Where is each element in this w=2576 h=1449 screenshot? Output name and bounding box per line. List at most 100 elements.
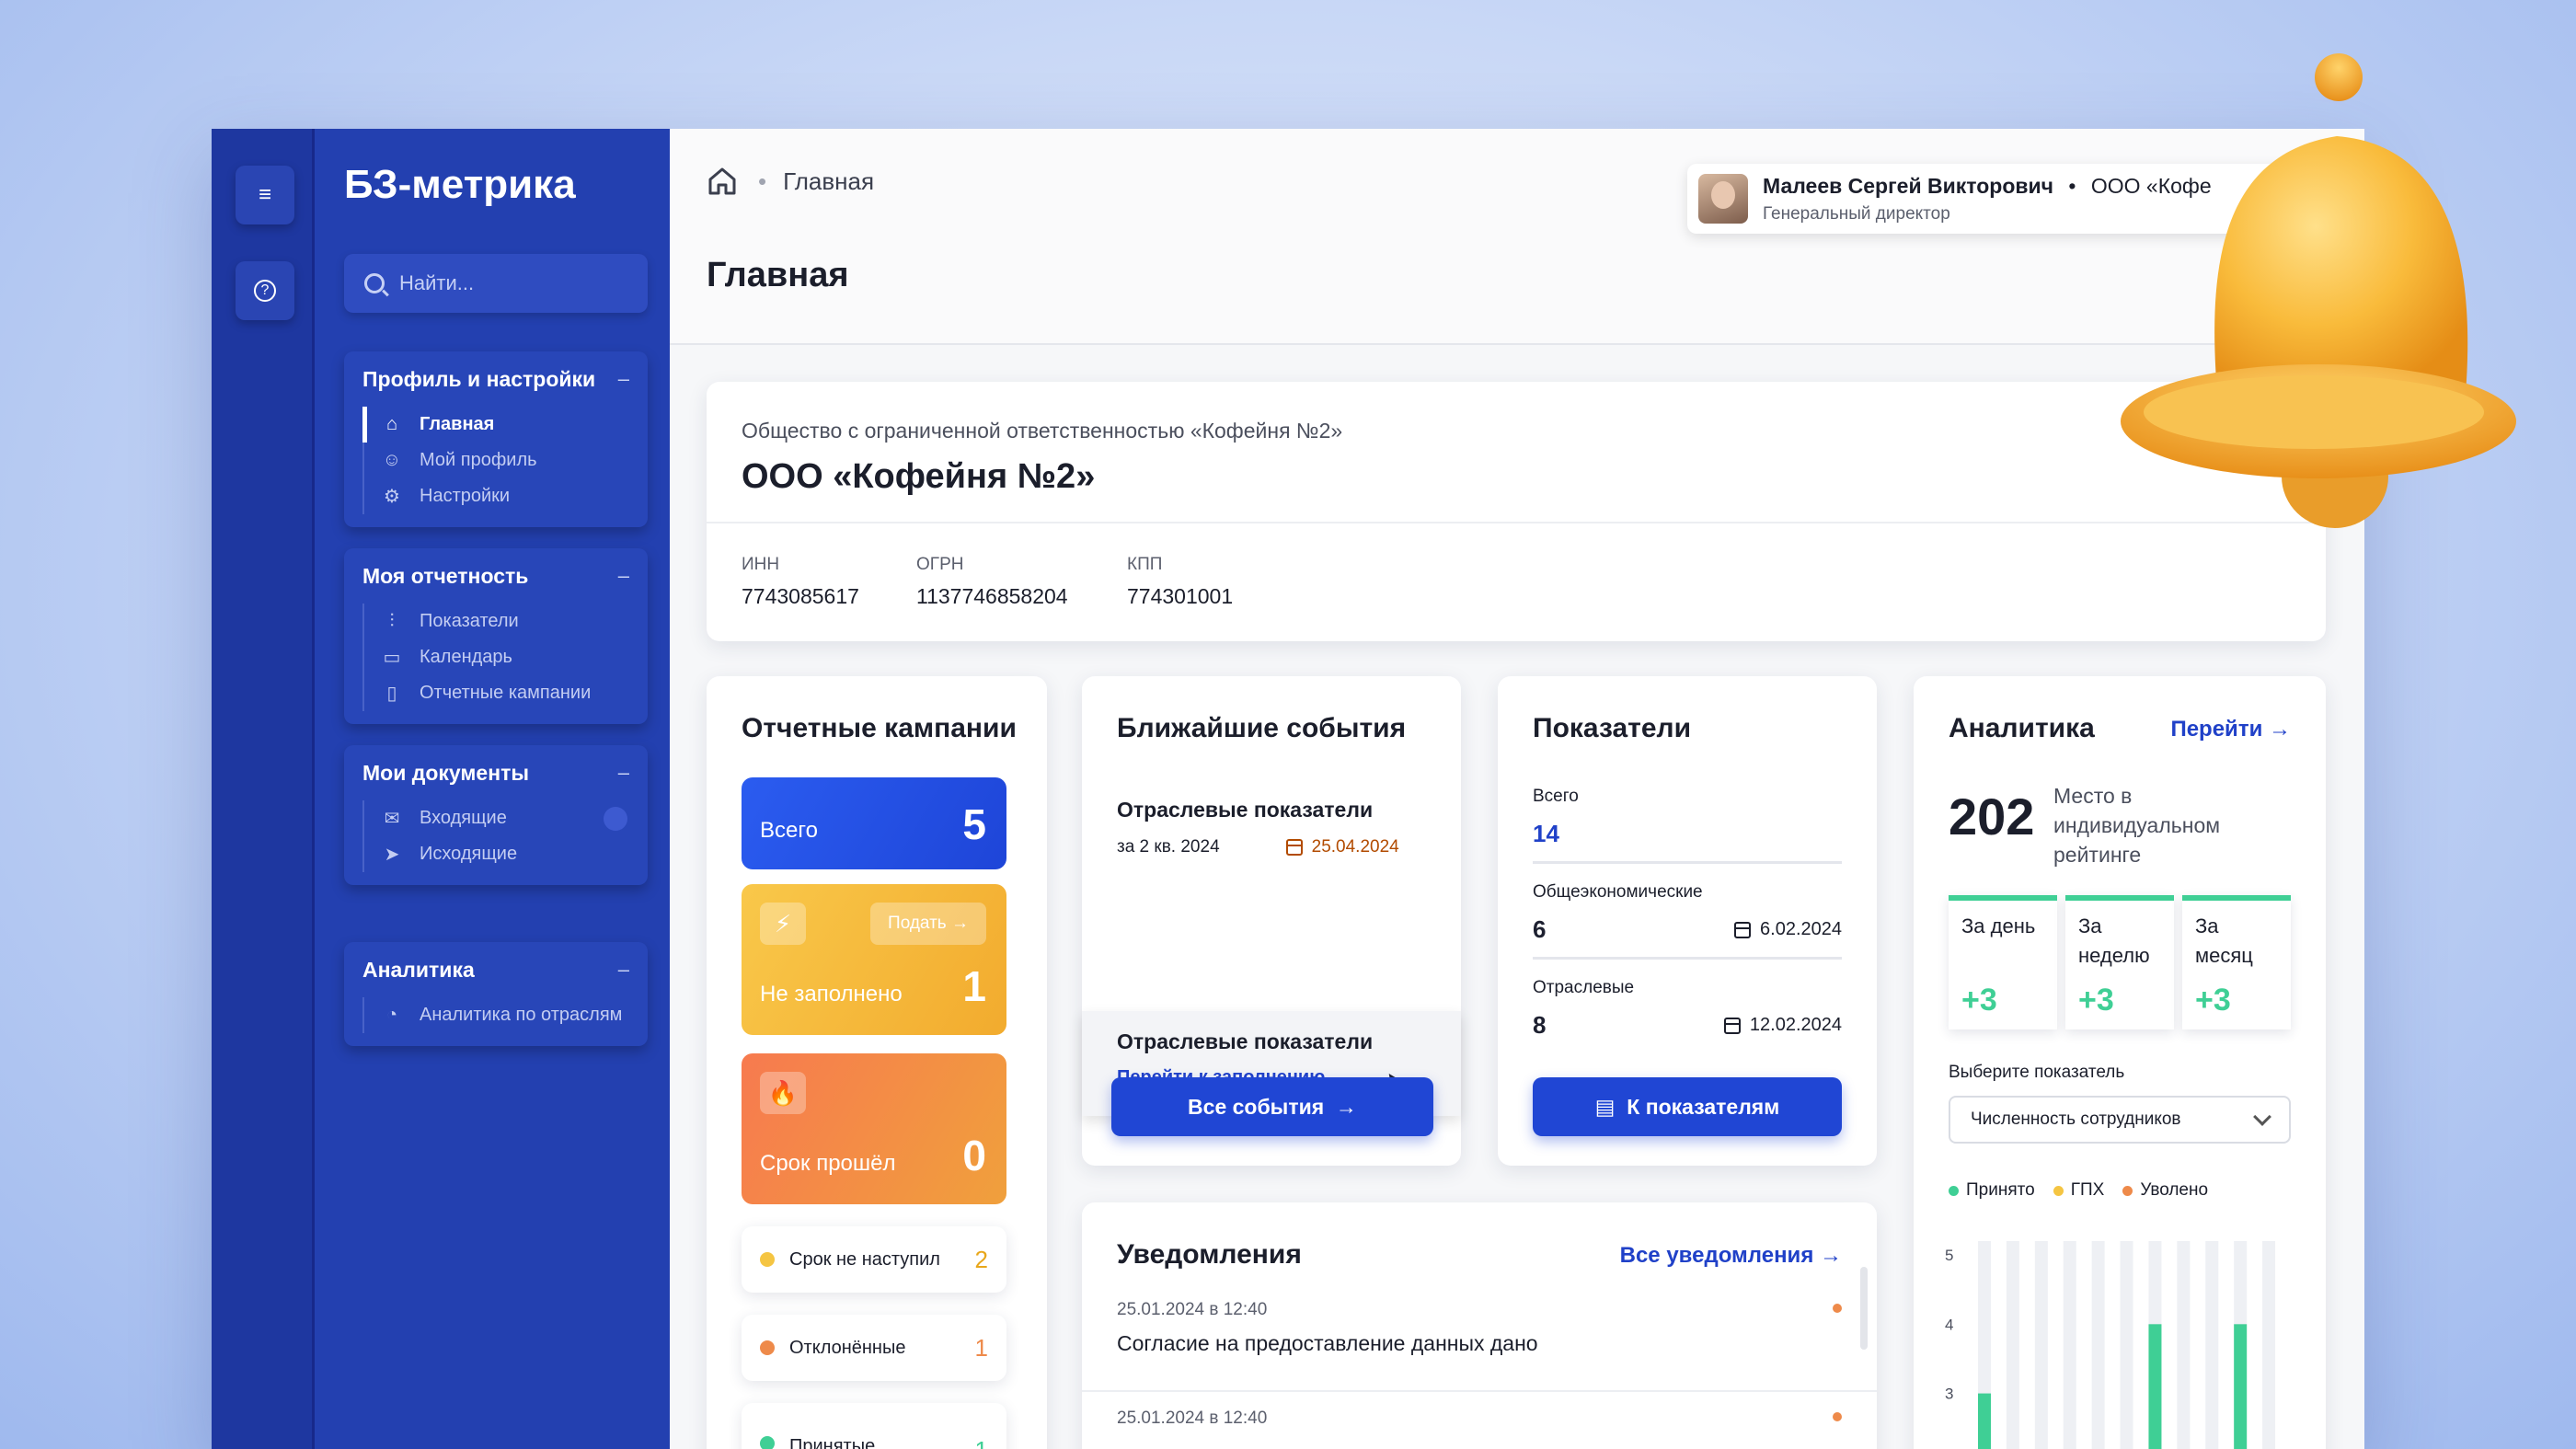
analytics-go-link[interactable]: Перейти → [2170,717,2291,742]
status-dot [760,1340,775,1355]
period-month[interactable]: За месяц +3 [2182,895,2291,1029]
bar-track [2120,1241,2133,1449]
bar-hired[interactable] [2234,1324,2248,1449]
status-dot [760,1436,775,1449]
search-icon [364,273,385,293]
top-bar: • Главная Главная Малеев Сергей Викторов… [670,129,2364,345]
sidebar-item-home[interactable]: ⌂ Главная [362,407,648,443]
collapse-group-icon[interactable]: – [618,564,629,588]
rank-caption: Место в индивидуальном рейтинге [2053,784,2221,868]
sidebar-group-documents: Мои документы – ✉ Входящие ➤ Исходящие [344,745,648,885]
analytics-title: Аналитика [1949,713,2095,743]
scrollbar[interactable] [1860,1267,1868,1350]
help-button[interactable]: ? [236,261,294,320]
chevron-down-icon [2253,1108,2271,1126]
indicator-economic[interactable]: Общеэкономические 6 6.02.2024 [1533,882,1842,960]
campaigns-card: Отчетные кампании Всего 5 ⚡ Подать → Не … [707,676,1047,1449]
all-events-button[interactable]: Все события → [1111,1077,1433,1136]
campaign-total-count: 5 [962,800,986,848]
collapse-group-icon[interactable]: – [618,958,629,982]
bar-track [2177,1241,2191,1449]
kpp-value: 774301001 [1127,584,1234,608]
sidebar-item-inbox[interactable]: ✉ Входящие [362,800,648,836]
bar-hired[interactable] [2148,1324,2162,1449]
group-header[interactable]: Моя отчетность – [344,548,648,604]
indicators-card: Показатели Всего 14 Общеэкономические 66… [1498,676,1877,1166]
pie-icon: ◔ [385,1005,398,1025]
sidebar-item-profile[interactable]: ☺ Мой профиль [362,443,648,478]
status-dot [760,1252,775,1267]
user-name: Малеев Сергей Викторович [1763,173,2054,198]
indicator-branch[interactable]: Отраслевые 8 12.02.2024 [1533,978,1842,1040]
search-input[interactable]: Найти... [344,254,648,313]
calendar-icon [1285,839,1303,856]
campaign-total-tile[interactable]: Всего 5 [742,777,1006,869]
collapse-group-icon[interactable]: – [618,367,629,391]
notification-item[interactable]: 25.01.2024 в 12:40 Согласие на предостав… [1117,1300,1842,1356]
rank-value: 202 [1949,788,2035,845]
chart-legend: Принято ГПХ Уволено [1949,1180,2226,1201]
brand-logo: БЗ-метрика [344,162,576,207]
company-full-name: Общество с ограниченной ответственностью… [742,419,1343,443]
bar-track [2091,1241,2105,1449]
inbox-badge [604,806,627,831]
search-placeholder: Найти... [399,271,475,294]
user-card[interactable]: Малеев Сергей Викторович • ООО «Кофе Ген… [1687,164,2331,234]
unread-dot [1833,1304,1842,1313]
group-header[interactable]: Профиль и настройки – [344,351,648,407]
app-window: ≡ ? БЗ-метрика Найти... Профиль и настро… [212,129,2364,1449]
event-item[interactable]: Отраслевые показатели за 2 кв. 2024 25.0… [1117,798,1399,857]
campaign-pending-tile[interactable]: Срок не наступил 2 [742,1226,1006,1293]
sidebar-item-indicators[interactable]: ⫶ Показатели [362,604,648,639]
y-tick-label: 5 [1945,1247,1953,1264]
indicator-total: Всего 14 [1533,787,1842,864]
home-icon[interactable] [707,166,738,197]
user-org: ООО «Кофе [2090,173,2212,198]
legend-item: Уволено [2122,1180,2208,1201]
avatar [1698,174,1748,224]
period-week[interactable]: За неделю +3 [2065,895,2174,1029]
bar-track [2262,1241,2276,1449]
campaign-unfilled-tile[interactable]: ⚡ Подать → Не заполнено 1 [742,884,1006,1035]
sidebar-group-analytics: Аналитика – ◔ Аналитика по отраслям [344,942,648,1046]
campaign-overdue-count: 0 [962,1132,986,1179]
collapse-menu-button[interactable]: ≡ [236,166,294,224]
notifications-title: Уведомления [1117,1239,1302,1270]
fire-icon: 🔥 [760,1072,806,1114]
clipboard-icon: ▯ [386,684,397,704]
campaign-rejected-tile[interactable]: Отклонённые 1 [742,1315,1006,1381]
period-day[interactable]: За день +3 [1949,895,2057,1029]
company-card: Общество с ограниченной ответственностью… [707,382,2326,641]
submit-button[interactable]: Подать → [870,903,986,945]
breadcrumb-current: Главная [783,167,875,195]
y-tick-label: 3 [1945,1386,1953,1403]
to-indicators-button[interactable]: ▤ К показателям [1533,1077,1842,1136]
indicators-title: Показатели [1533,713,1692,743]
unread-dot [1833,1412,1842,1421]
bar-hired[interactable] [1978,1393,1991,1449]
sidebar-item-branch-analytics[interactable]: ◔ Аналитика по отраслям [362,997,648,1033]
notification-item[interactable]: 25.01.2024 в 12:40 [1117,1409,1842,1440]
help-icon: ? [254,280,276,302]
calendar-icon: ▭ [383,648,401,668]
sidebar-group-reporting: Моя отчетность – ⫶ Показатели ▭ Календарь ▯… [344,548,648,724]
sidebar-item-settings[interactable]: ⚙ Настройки [362,478,648,514]
calendar-icon [1734,921,1752,938]
campaign-accepted-tile[interactable]: Принятые 1 [742,1403,1006,1449]
ogrn-value: 1137746858204 [916,584,1068,608]
collapse-icon: ≡ [258,182,271,207]
user-icon: ☺ [382,450,402,470]
lightning-icon: ⚡ [760,903,806,945]
sidebar-item-outbox[interactable]: ➤ Исходящие [362,836,648,872]
group-header[interactable]: Аналитика – [344,942,648,997]
home-icon: ⌂ [385,414,398,434]
campaign-overdue-tile[interactable]: 🔥 Срок прошёл 0 [742,1053,1006,1204]
sidebar-item-campaigns[interactable]: ▯ Отчетные кампании [362,675,648,711]
events-title: Ближайшие события [1117,713,1407,743]
collapse-group-icon[interactable]: – [618,761,629,785]
sidebar-item-calendar[interactable]: ▭ Календарь [362,639,648,675]
group-header[interactable]: Мои документы – [344,745,648,800]
indicator-select[interactable]: Численность сотрудников [1949,1096,2291,1144]
kpp-block: КПП 774301001 [1127,555,1234,608]
all-notifications-link[interactable]: Все уведомления → [1620,1243,1842,1269]
